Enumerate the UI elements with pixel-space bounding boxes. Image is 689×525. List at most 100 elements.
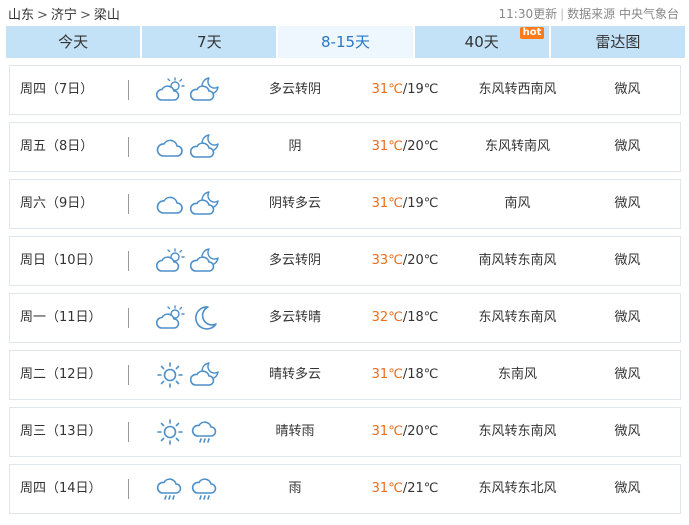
column-divider xyxy=(128,80,129,100)
weather-icons xyxy=(155,66,225,114)
forecast-row: 周四（14日） 雨 31℃/21℃ 东风转东北风 微风 xyxy=(9,464,681,514)
weather-icons xyxy=(155,465,225,513)
sun-icon xyxy=(155,417,185,447)
partly-cloudy-night-icon xyxy=(189,189,220,219)
weather-desc: 多云转阴 xyxy=(268,253,321,268)
wind-level: 微风 xyxy=(614,424,641,439)
wind-level: 微风 xyxy=(614,139,641,154)
temperature: 31℃/20℃ xyxy=(360,408,450,456)
tab-today[interactable]: 今天 xyxy=(6,26,141,58)
tab-radar[interactable]: 雷达图 xyxy=(550,26,686,58)
wind-direction: 东风转东北风 xyxy=(478,481,557,496)
tab-label: 40天 xyxy=(464,33,499,51)
weather-icons xyxy=(155,351,225,399)
day-label: 周日（10日） xyxy=(20,253,102,268)
update-time: 11:30更新 xyxy=(498,7,558,21)
low-temp: /19℃ xyxy=(402,82,439,97)
source-name: 中央气象台 xyxy=(618,7,679,21)
forecast-row: 周四（7日） 多云转阴 31℃/19℃ 东风转西南风 微风 xyxy=(9,65,681,115)
wind-direction: 东风转南风 xyxy=(484,139,550,154)
moon-icon xyxy=(190,303,220,333)
hot-badge: hot xyxy=(519,27,545,39)
tab-40-days[interactable]: 40天 hot xyxy=(414,26,549,58)
tab-7-days[interactable]: 7天 xyxy=(142,26,277,58)
high-temp: 31℃ xyxy=(371,367,403,382)
breadcrumb-separator: > xyxy=(79,8,91,23)
day-label: 周三（13日） xyxy=(20,424,102,439)
column-divider xyxy=(128,251,129,271)
weather-desc: 晴转多云 xyxy=(268,367,321,382)
wind-direction: 东风转东南风 xyxy=(478,424,557,439)
low-temp: /18℃ xyxy=(402,367,439,382)
forecast-row: 周六（9日） 阴转多云 31℃/19℃ 南风 微风 xyxy=(9,179,681,229)
weather-desc: 阴 xyxy=(288,139,302,154)
tab-label: 雷达图 xyxy=(595,33,641,51)
day-label: 周四（14日） xyxy=(20,481,102,496)
high-temp: 31℃ xyxy=(371,481,403,496)
meta-divider: | xyxy=(560,7,565,21)
partly-cloudy-night-icon xyxy=(189,246,220,276)
tab-label: 8-15天 xyxy=(320,33,371,51)
partly-cloudy-night-icon xyxy=(189,132,220,162)
forecast-row: 周日（10日） 多云转阴 33℃/20℃ 南风转东南风 微风 xyxy=(9,236,681,286)
high-temp: 33℃ xyxy=(371,253,403,268)
forecast-row: 周五（8日） 阴 31℃/20℃ 东风转南风 微风 xyxy=(9,122,681,172)
weather-icons xyxy=(155,123,225,171)
weather-desc: 多云转晴 xyxy=(268,310,321,325)
forecast-list: 周四（7日） 多云转阴 31℃/19℃ 东风转西南风 微风 周五（8日） 阴 3… xyxy=(9,65,681,521)
high-temp: 31℃ xyxy=(371,424,403,439)
wind-direction: 东南风 xyxy=(497,367,537,382)
day-label: 周一（11日） xyxy=(20,310,102,325)
low-temp: /18℃ xyxy=(402,310,439,325)
partly-cloudy-night-icon xyxy=(189,360,220,390)
day-label: 周六（9日） xyxy=(20,196,94,211)
high-temp: 31℃ xyxy=(371,139,403,154)
wind-level: 微风 xyxy=(614,82,641,97)
source-label: 数据来源 xyxy=(567,7,616,21)
wind-level: 微风 xyxy=(614,310,641,325)
partly-cloudy-day-icon xyxy=(155,75,185,105)
breadcrumb-province[interactable]: 山东 xyxy=(8,8,34,23)
weather-icons xyxy=(155,237,225,285)
temperature: 31℃/21℃ xyxy=(360,465,450,513)
breadcrumb-county: 梁山 xyxy=(93,8,120,23)
wind-level: 微风 xyxy=(614,481,641,496)
partly-cloudy-day-icon xyxy=(155,303,185,333)
weather-desc: 多云转阴 xyxy=(268,82,321,97)
low-temp: /20℃ xyxy=(402,139,439,154)
forecast-row: 周二（12日） 晴转多云 31℃/18℃ 东南风 微风 xyxy=(9,350,681,400)
tab-label: 今天 xyxy=(58,33,89,51)
high-temp: 31℃ xyxy=(371,196,403,211)
weather-icons xyxy=(155,180,225,228)
temperature: 31℃/18℃ xyxy=(360,351,450,399)
top-bar: 山东 > 济宁 > 梁山 11:30更新 | 数据来源 中央气象台 xyxy=(0,0,689,26)
partly-cloudy-day-icon xyxy=(155,246,185,276)
wind-level: 微风 xyxy=(614,253,641,268)
low-temp: /20℃ xyxy=(402,253,439,268)
column-divider xyxy=(128,137,129,157)
temperature: 32℃/18℃ xyxy=(360,294,450,342)
wind-level: 微风 xyxy=(614,367,641,382)
low-temp: /20℃ xyxy=(402,424,439,439)
update-meta: 11:30更新 | 数据来源 中央气象台 xyxy=(499,5,680,22)
weather-icons xyxy=(155,294,225,342)
wind-direction: 东风转东南风 xyxy=(478,310,557,325)
weather-icons xyxy=(155,408,225,456)
forecast-row: 周三（13日） 晴转雨 31℃/20℃ 东风转东南风 微风 xyxy=(9,407,681,457)
cloudy-icon xyxy=(155,189,185,219)
temperature: 31℃/19℃ xyxy=(360,66,450,114)
cloudy-icon xyxy=(155,132,185,162)
breadcrumb: 山东 > 济宁 > 梁山 xyxy=(8,4,120,23)
column-divider xyxy=(128,479,129,499)
tab-8-15-days[interactable]: 8-15天 xyxy=(278,26,413,58)
column-divider xyxy=(128,422,129,442)
breadcrumb-separator: > xyxy=(37,8,48,23)
weather-desc: 晴转雨 xyxy=(275,424,315,439)
high-temp: 31℃ xyxy=(371,82,403,97)
forecast-tabs: 今天 7天 8-15天 40天 hot 雷达图 xyxy=(6,26,686,58)
high-temp: 32℃ xyxy=(371,310,403,325)
temperature: 33℃/20℃ xyxy=(360,237,450,285)
partly-cloudy-night-icon xyxy=(189,75,220,105)
day-label: 周五（8日） xyxy=(20,139,94,154)
breadcrumb-city[interactable]: 济宁 xyxy=(51,8,77,23)
